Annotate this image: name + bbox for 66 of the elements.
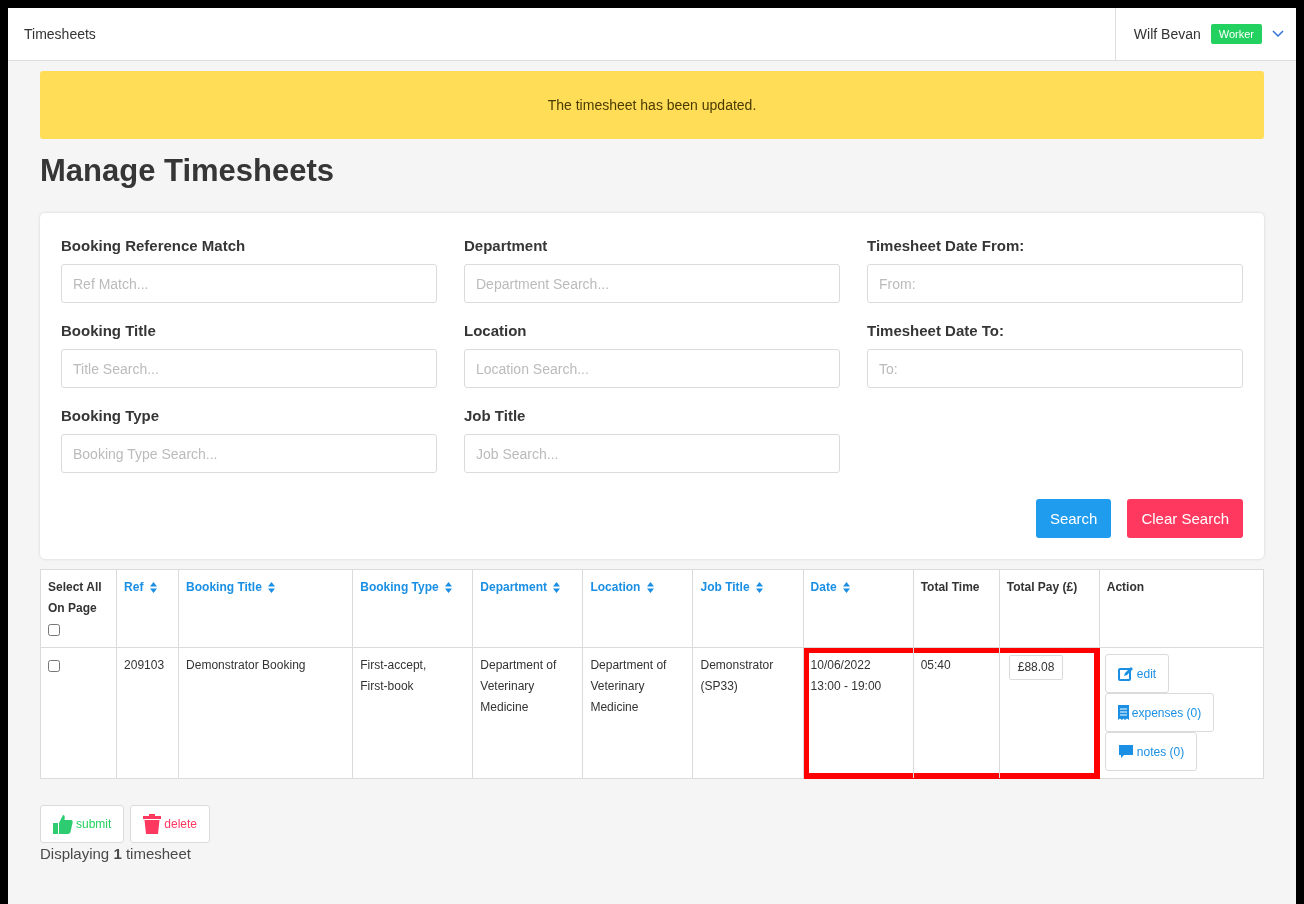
expenses-button[interactable]: expenses (0) — [1104, 693, 1215, 732]
thumbs-up-icon — [53, 814, 73, 834]
pay-amount: £88.08 — [1008, 655, 1064, 680]
sortable-column-header[interactable]: Booking Title — [186, 580, 276, 594]
result-summary: Displaying 1 timesheet — [40, 845, 192, 862]
sort-icon[interactable] — [646, 582, 654, 594]
search-field[interactable]: Location Search... — [464, 349, 840, 388]
alert-banner: The timesheet has been updated. — [40, 71, 1264, 139]
field-label: Timesheet Date To: — [867, 322, 1005, 339]
table-cell-text: First-book — [360, 678, 415, 695]
table-cell-text: Demonstrator Booking — [186, 657, 307, 674]
clear-search-button[interactable]: Clear Search — [1127, 499, 1243, 538]
search-field[interactable]: Ref Match... — [61, 264, 437, 303]
table-cell-text: Department of Veterinary Medicine — [590, 657, 668, 716]
field-label: Booking Type — [61, 407, 161, 424]
trash-icon — [143, 814, 162, 834]
role-badge: Worker — [1210, 24, 1262, 44]
sort-icon[interactable] — [268, 582, 276, 594]
column-header: Total Pay (£) — [1006, 580, 1078, 594]
column-header: Action — [1106, 580, 1145, 594]
search-field[interactable]: Job Search... — [464, 434, 840, 473]
sort-icon[interactable] — [842, 582, 850, 594]
search-field[interactable]: Booking Type Search... — [61, 434, 437, 473]
delete-button[interactable]: delete — [130, 805, 211, 843]
table-cell-text: Demonstrator (SP33) — [700, 657, 775, 695]
submit-button[interactable]: submit — [40, 805, 125, 843]
column-header: Total Time — [920, 580, 980, 594]
sortable-column-header[interactable]: Location — [590, 580, 654, 594]
receipt-icon — [1117, 705, 1129, 720]
select-all-checkbox[interactable] — [48, 623, 60, 636]
table-cell-text: Department of Veterinary Medicine — [480, 657, 558, 716]
search-button[interactable]: Search — [1035, 499, 1112, 538]
page-title: Timesheets — [23, 26, 97, 42]
column-header: Select All On Page — [48, 580, 102, 615]
field-label: Booking Title — [61, 322, 157, 339]
table-cell-text: 209103 — [124, 657, 166, 674]
sortable-column-header[interactable]: Ref — [124, 580, 157, 594]
page-heading: Manage Timesheets — [40, 153, 336, 189]
row-checkbox[interactable] — [48, 659, 60, 672]
table-cell-text: 05:40 — [920, 657, 952, 674]
notes-button[interactable]: notes (0) — [1104, 732, 1198, 771]
sortable-column-header[interactable]: Date — [810, 580, 850, 594]
search-field[interactable]: Title Search... — [61, 349, 437, 388]
sortable-column-header[interactable]: Booking Type — [360, 580, 453, 594]
table-cell-text: 10/06/2022 — [810, 657, 872, 674]
sort-icon[interactable] — [149, 582, 157, 594]
sortable-column-header[interactable]: Job Title — [700, 580, 763, 594]
sortable-column-header[interactable]: Department — [480, 580, 561, 594]
edit-icon — [1117, 666, 1134, 681]
search-field[interactable]: To: — [867, 349, 1243, 388]
edit-button[interactable]: edit — [1104, 654, 1170, 693]
user-name: Wilf Bevan — [1133, 26, 1201, 42]
search-field[interactable]: Department Search... — [464, 264, 840, 303]
search-field[interactable]: From: — [867, 264, 1243, 303]
sort-icon[interactable] — [445, 582, 453, 594]
table-cell-text: 13:00 - 19:00 — [810, 678, 883, 695]
field-label: Location — [464, 322, 528, 339]
comment-icon — [1117, 744, 1134, 759]
field-label: Department — [464, 237, 549, 254]
field-label: Timesheet Date From: — [867, 237, 1026, 254]
sort-icon[interactable] — [553, 582, 561, 594]
sort-icon[interactable] — [755, 582, 763, 594]
field-label: Job Title — [464, 407, 527, 424]
chevron-down-icon[interactable] — [1272, 30, 1284, 38]
field-label: Booking Reference Match — [61, 237, 247, 254]
table-cell-text: First-accept, — [360, 657, 428, 674]
